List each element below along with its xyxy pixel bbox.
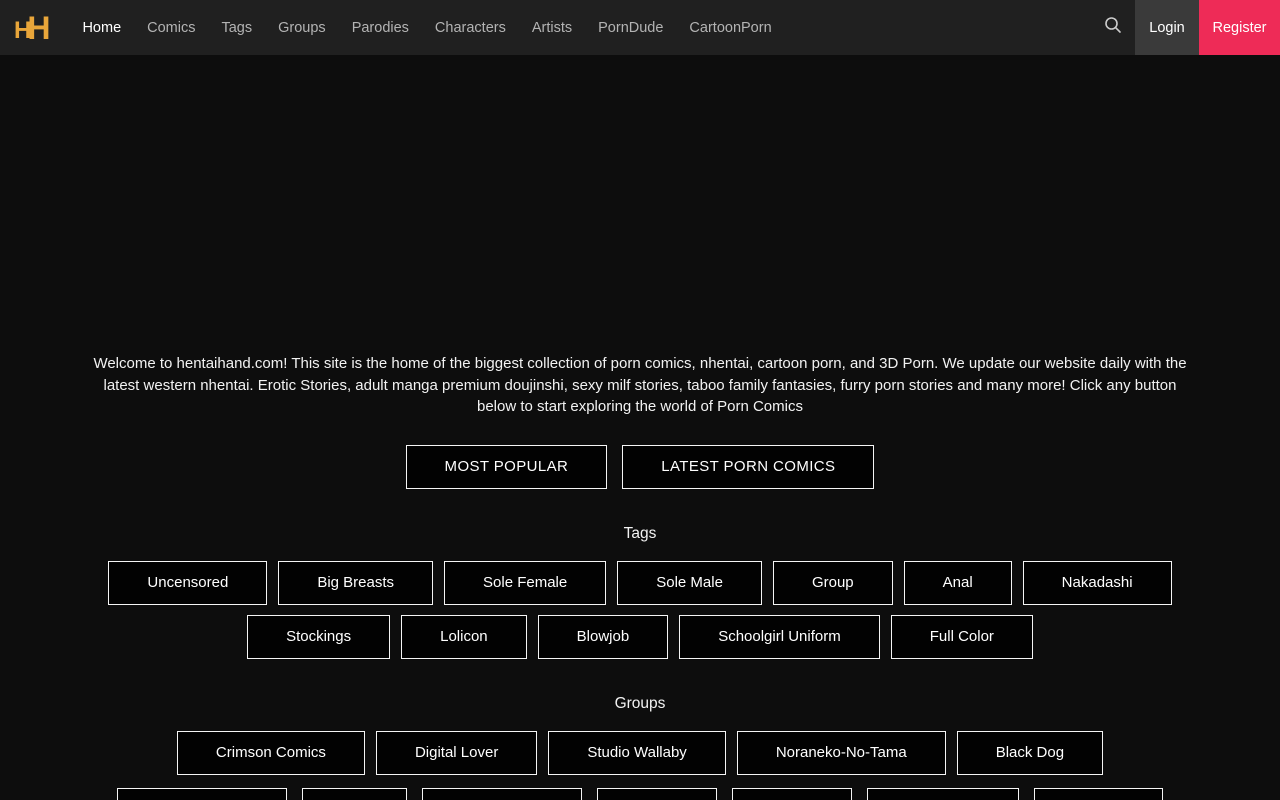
nav-link-porndude[interactable]: PornDude [598, 20, 663, 36]
group-button[interactable]: Digital Lover [375, 730, 538, 775]
tag-button[interactable]: Sole Male [617, 560, 762, 605]
group-button-partial[interactable] [597, 787, 717, 800]
magnifier-icon [1104, 16, 1122, 39]
tag-button[interactable]: Group [772, 560, 893, 605]
nav-links: Home Comics Tags Groups Parodies Charact… [82, 0, 771, 55]
group-button[interactable]: Noraneko-No-Tama [736, 730, 946, 775]
group-button[interactable]: Studio Wallaby [548, 730, 726, 775]
site-logo[interactable]: H H [0, 0, 64, 55]
register-button[interactable]: Register [1199, 0, 1280, 55]
latest-porn-comics-button[interactable]: LATEST PORN COMICS [622, 444, 875, 489]
group-button[interactable]: Crimson Comics [176, 730, 365, 775]
tag-button[interactable]: Uncensored [108, 560, 268, 605]
welcome-text: Welcome to hentaihand.com! This site is … [93, 355, 1187, 415]
navbar: H H Home Comics Tags Groups Parodies Cha… [0, 0, 1280, 55]
group-button-partial[interactable] [302, 787, 407, 800]
cta-row: MOST POPULAR LATEST PORN COMICS [0, 444, 1280, 489]
groups-heading: Groups [614, 694, 666, 712]
most-popular-button[interactable]: MOST POPULAR [405, 444, 608, 489]
tags-heading: Tags [623, 524, 657, 542]
nav-link-comics[interactable]: Comics [147, 20, 195, 36]
nav-link-characters[interactable]: Characters [435, 20, 506, 36]
nav-link-parodies[interactable]: Parodies [352, 20, 409, 36]
group-button-partial[interactable] [867, 787, 1019, 800]
nav-link-cartoonporn[interactable]: CartoonPorn [689, 20, 771, 36]
group-button-partial[interactable] [422, 787, 582, 800]
search-button[interactable] [1091, 0, 1135, 55]
logo-letter: H [14, 16, 32, 44]
group-button-partial[interactable] [732, 787, 852, 800]
group-button[interactable]: Black Dog [956, 730, 1104, 775]
tag-button[interactable]: Blowjob [537, 614, 669, 659]
tag-button[interactable]: Sole Female [444, 560, 607, 605]
tag-button[interactable]: Anal [903, 560, 1012, 605]
nav-link-home[interactable]: Home [82, 20, 121, 36]
tag-button[interactable]: Nakadashi [1022, 560, 1172, 605]
tag-button[interactable]: Stockings [247, 614, 391, 659]
login-button[interactable]: Login [1135, 0, 1199, 55]
nav-link-tags[interactable]: Tags [221, 20, 252, 36]
tag-button[interactable]: Full Color [890, 614, 1033, 659]
group-button-partial[interactable] [117, 787, 287, 800]
nav-link-artists[interactable]: Artists [532, 20, 572, 36]
groups-row-2-partial [0, 787, 1280, 800]
tag-button[interactable]: Schoolgirl Uniform [679, 614, 880, 659]
group-button-partial[interactable] [1034, 787, 1163, 800]
tags-row-2: Stockings Lolicon Blowjob Schoolgirl Uni… [0, 614, 1280, 659]
tag-button[interactable]: Lolicon [401, 614, 527, 659]
tags-row-1: Uncensored Big Breasts Sole Female Sole … [0, 560, 1280, 605]
groups-row-1: Crimson Comics Digital Lover Studio Wall… [0, 730, 1280, 775]
tag-button[interactable]: Big Breasts [278, 560, 434, 605]
nav-link-groups[interactable]: Groups [278, 20, 326, 36]
